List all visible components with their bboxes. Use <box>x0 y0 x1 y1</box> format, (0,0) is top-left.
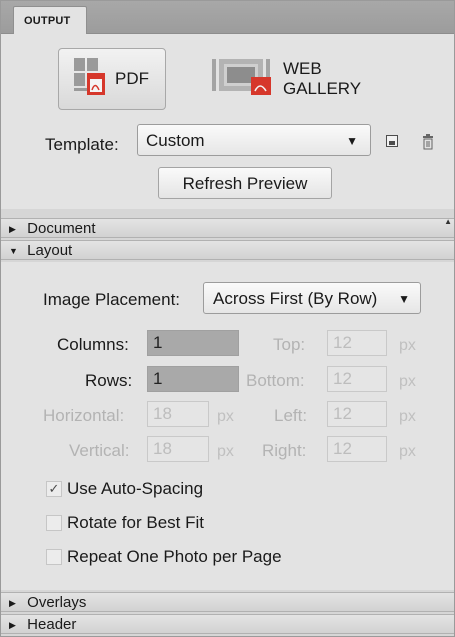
output-options: PDF WEB GALLERY Template: Custom ▼ Refre… <box>1 34 454 209</box>
web-gallery-button[interactable]: WEB GALLERY <box>203 48 403 110</box>
delete-template-icon[interactable] <box>421 134 435 150</box>
section-document[interactable]: ▶ Document <box>1 218 454 238</box>
vertical-unit: px <box>217 443 234 460</box>
image-placement-value: Across First (By Row) <box>213 289 378 308</box>
bottom-margin-field[interactable]: 12 <box>327 366 387 392</box>
image-placement-label: Image Placement: <box>43 290 181 309</box>
pdf-label: PDF <box>115 69 149 88</box>
layout-section-body: Image Placement: Across First (By Row) ▼… <box>1 262 454 590</box>
bottom-unit: px <box>399 373 416 390</box>
section-overlays-label: Overlays <box>27 594 87 611</box>
section-document-label: Document <box>27 220 96 237</box>
left-unit: px <box>399 408 416 425</box>
section-layout-label: Layout <box>27 242 73 259</box>
right-margin-field[interactable]: 12 <box>327 436 387 462</box>
rotate-best-fit-label[interactable]: Rotate for Best Fit <box>67 513 204 533</box>
columns-field[interactable]: 1 <box>147 330 239 356</box>
repeat-photo-label[interactable]: Repeat One Photo per Page <box>67 547 282 567</box>
horizontal-field[interactable]: 18 <box>147 401 209 427</box>
template-value: Custom <box>146 131 205 150</box>
web-gallery-label: WEB GALLERY <box>283 59 362 98</box>
template-select[interactable]: Custom ▼ <box>137 124 371 156</box>
top-margin-field[interactable]: 12 <box>327 330 387 356</box>
refresh-preview-button[interactable]: Refresh Preview <box>158 167 332 199</box>
dropdown-caret-icon: ▼ <box>398 292 410 306</box>
rotate-best-fit-checkbox[interactable] <box>46 515 62 531</box>
auto-spacing-label[interactable]: Use Auto-Spacing <box>67 479 203 499</box>
collapsed-triangle-icon: ▶ <box>9 620 16 630</box>
horizontal-label: Horizontal: <box>43 406 125 425</box>
section-header[interactable]: ▶ Header <box>1 614 454 634</box>
horizontal-unit: px <box>217 408 234 425</box>
section-layout[interactable]: ▼ Layout <box>1 240 454 260</box>
section-header-label: Header <box>27 616 77 633</box>
save-template-icon[interactable] <box>385 134 399 148</box>
web-gallery-icon <box>211 57 275 102</box>
top-unit: px <box>399 337 416 354</box>
collapsed-triangle-icon: ▶ <box>9 224 16 234</box>
output-panel: OUTPUT PDF WEB GALLERY Template: Custom … <box>0 0 455 637</box>
check-icon: ✓ <box>48 481 60 496</box>
rows-field[interactable]: 1 <box>147 366 239 392</box>
right-unit: px <box>399 443 416 460</box>
top-margin-label: Top: <box>273 335 306 354</box>
pdf-button[interactable]: PDF <box>58 48 166 110</box>
right-margin-label: Right: <box>262 441 307 460</box>
auto-spacing-checkbox[interactable]: ✓ <box>46 481 62 497</box>
left-margin-field[interactable]: 12 <box>327 401 387 427</box>
section-overlays[interactable]: ▶ Overlays <box>1 592 454 612</box>
bottom-margin-label: Bottom: <box>246 371 305 390</box>
template-label: Template: <box>45 135 119 154</box>
dropdown-caret-icon: ▼ <box>346 134 358 148</box>
image-placement-select[interactable]: Across First (By Row) ▼ <box>203 282 421 314</box>
columns-label: Columns: <box>57 335 129 354</box>
rows-label: Rows: <box>85 371 133 390</box>
tab-output[interactable]: OUTPUT <box>13 6 87 34</box>
collapsed-triangle-icon: ▶ <box>9 598 16 608</box>
expanded-triangle-icon: ▼ <box>9 246 18 256</box>
tab-strip: OUTPUT <box>1 1 454 34</box>
vertical-label: Vertical: <box>69 441 130 460</box>
pdf-icon <box>73 57 107 102</box>
left-margin-label: Left: <box>274 406 308 425</box>
repeat-photo-checkbox[interactable] <box>46 549 62 565</box>
scroll-up-icon[interactable]: ▲ <box>444 217 452 226</box>
vertical-field[interactable]: 18 <box>147 436 209 462</box>
